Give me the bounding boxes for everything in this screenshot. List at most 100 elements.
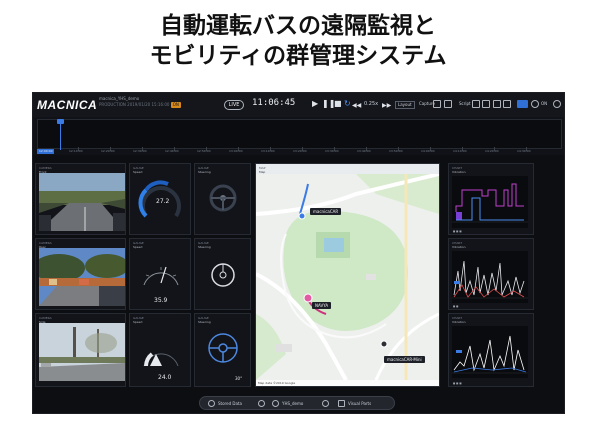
layout-select[interactable]: Layout [395,101,415,109]
panel-name: Speed [133,170,143,174]
steering-panel-3[interactable]: GAUGE Steering 30° [194,313,251,387]
camera-feed-side [39,323,125,381]
playback-clock: 11:06:45 [252,98,296,108]
camera-panel-front[interactable]: CAMERA Front [35,163,126,235]
chart-panel-3[interactable]: CHART Vibration ■ ■ ■ [448,313,534,387]
script-label: Script [459,101,471,106]
window-icon[interactable] [472,100,480,108]
rewind-icon[interactable]: ◀◀ [352,101,361,111]
chart-plot-area [452,326,528,378]
panel-name: Vibration [452,170,466,174]
target-icon[interactable] [531,100,539,108]
visual-parts-icon[interactable] [338,400,345,407]
visual-parts-button[interactable]: Visual Parts [348,400,371,407]
panel-name: Speed [133,320,143,324]
fast-forward-icon[interactable]: ▶▶ [382,101,391,111]
speed-gauge-panel-3[interactable]: GAUGE Speed 24.0 [129,313,191,387]
loop-icon[interactable]: ↻ [344,99,351,109]
map-marker-navya[interactable]: NAVYA [312,302,332,309]
camera-feed-rear [39,248,125,306]
speed-gauge-dial [143,352,179,367]
timeline-tick-label: 12:30:00 [133,149,147,153]
chart-panel-2[interactable]: CHART Vibration ■ ■ [448,238,534,310]
timeline-tick-label: 13:30:00 [325,149,339,153]
headline-line-1: 自動運転バスの遠隔監視と [160,13,436,39]
timeline-tick-label: 12:20:00 [101,149,115,153]
timeline-track[interactable] [37,119,562,151]
chart-panel-1[interactable]: CHART Vibration ■ ■ ■ [448,163,534,235]
live-button[interactable]: LIVE [224,100,244,110]
top-bar: MACNICA macnica_YHS_demo PRODUCTION 2019… [33,93,564,117]
speed-gauge-panel-1[interactable]: GAUGE Speed 27.2 [129,163,191,235]
timeline-playhead-handle[interactable] [57,119,64,124]
project-button[interactable]: YHS_demo [282,400,303,407]
grid-icon[interactable] [482,100,490,108]
mode-status: ON [541,101,548,106]
stored-data-icon[interactable] [208,400,215,407]
dashboard-screenshot: MACNICA macnica_YHS_demo PRODUCTION 2019… [32,92,565,414]
stop-icon[interactable]: ■ [334,99,342,109]
map-marker-macnicacar[interactable]: macnicaCAR [310,208,342,215]
mode-badge: ON [170,102,181,108]
capture-icon[interactable] [433,100,441,108]
playback-speed[interactable]: 0.25x [364,101,378,107]
steering-panel-2[interactable]: GAUGE Steering [194,238,251,310]
project-info: macnica_YHS_demo PRODUCTION 2019/01/20 1… [99,96,181,108]
timeline-tick-label: 14:00:00 [421,149,435,153]
timeline-tick-label: 12:40:00 [165,149,179,153]
timeline-tick-label: 14:30:00 [517,149,531,153]
panel-name: Steering [198,170,211,174]
steering-angle: 30° [235,376,243,381]
steering-panel-1[interactable]: GAUGE Steering [194,163,251,235]
add-icon[interactable] [258,400,265,407]
clipboard-icon[interactable] [493,100,501,108]
play-icon[interactable]: ▶ [312,99,318,109]
chart-plot-area [452,176,528,228]
stored-data-button[interactable]: Stored Data [218,400,242,407]
panel-name: Speed [133,245,143,249]
settings-icon[interactable] [553,100,561,108]
timeline-tick-label: 12:50:00 [197,149,211,153]
steering-wheel-icon [208,333,238,363]
timeline-tick-label: 13:00:00 [229,149,243,153]
mode-toggle-button[interactable] [517,100,528,108]
map-view[interactable] [256,174,439,380]
project-sub: PRODUCTION 2019/01/20 15:16:00 ON [99,102,181,108]
headline-line-2: モビリティの群管理システム [149,43,447,69]
chart-legend: ■ ■ ■ [453,382,462,385]
timeline-tick-label: 13:20:00 [293,149,307,153]
map-attribution: Map data ©2019 Google [256,380,439,386]
speedometer-dial [143,266,179,286]
timeline-tick-label: 13:50:00 [389,149,403,153]
camera-panel-rear[interactable]: CAMERA Rear [35,238,126,310]
project-timestamp: PRODUCTION 2019/01/20 15:16:00 [99,102,170,107]
timeline-tick-label: 14:10:00 [453,149,467,153]
bottom-toolbar: Stored Data YHS_demo Visual Parts [199,396,395,410]
map-panel[interactable]: MAP Map macnicaCAR NAVYA macnicaCAR-Mini… [255,163,440,387]
panel-name: Steering [198,245,211,249]
timeline-playhead[interactable] [60,120,61,150]
steering-wheel-icon [209,184,237,212]
panel-name: Vibration [452,245,466,249]
timeline-tick-label: 13:10:00 [261,149,275,153]
steering-wheel-icon [211,263,235,287]
camera-feed-front [39,173,125,231]
timeline-tick-label: 13:40:00 [357,149,371,153]
speed-value: 27.2 [156,198,170,205]
chart-plot-area [452,251,528,303]
panel-name: Steering [198,320,211,324]
timeline[interactable]: 12:00:00 12:10:00 12:20:00 12:30:00 12:4… [33,117,564,155]
add-icon[interactable] [322,400,329,407]
camera-panel-side[interactable]: CAMERA Side [35,313,126,387]
slide: 自動運転バスの遠隔監視と モビリティの群管理システム MACNICA macni… [0,0,596,433]
project-icon[interactable] [272,400,279,407]
image-icon[interactable] [444,100,452,108]
speed-gauge-panel-2[interactable]: GAUGE Speed 35.9 [129,238,191,310]
timeline-tick-label: 12:10:00 [69,149,83,153]
timeline-start-label: 12:00:00 [37,149,55,154]
timeline-tick-label: 14:20:00 [485,149,499,153]
map-marker-macnicacar-mini[interactable]: macnicaCAR-Mini [384,356,425,363]
speed-value: 24.0 [158,374,172,381]
speed-value: 35.9 [154,297,168,304]
trash-icon[interactable] [503,100,511,108]
